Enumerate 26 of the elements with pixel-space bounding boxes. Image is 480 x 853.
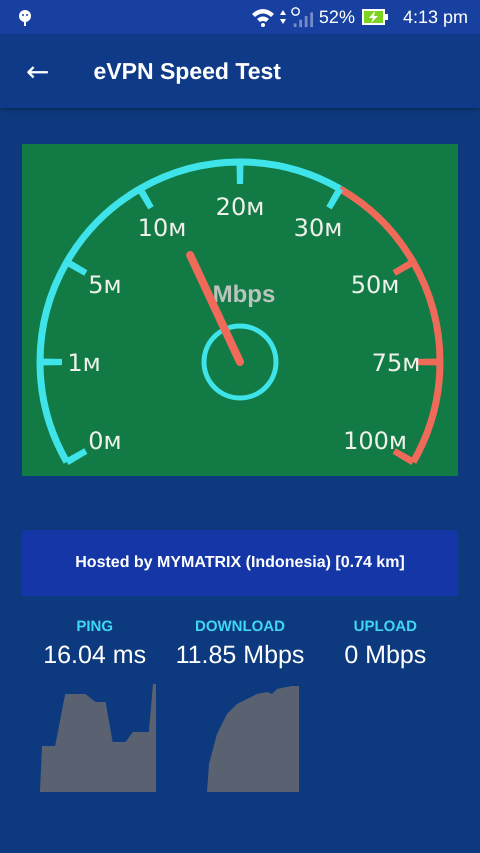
scale-label: 100м	[343, 427, 408, 455]
android-icon	[18, 8, 32, 26]
app-title: eVPN Speed Test	[93, 58, 281, 84]
scale-label: 50м	[350, 271, 400, 299]
scale-label: 30м	[294, 214, 342, 242]
result-label: DOWNLOAD	[194, 618, 285, 635]
signal-icon	[290, 6, 313, 28]
data-arrows-icon	[278, 9, 287, 25]
result-value: 16.04 ms	[43, 641, 146, 670]
unit-label: Mbps	[212, 281, 276, 308]
result-value: 0 Mbps	[344, 641, 426, 670]
scale-label: 5м	[88, 271, 122, 299]
result-label: PING	[76, 618, 113, 635]
scale-label: 0м	[88, 427, 122, 455]
server-info: Hosted by MYMATRIX (Indonesia) [0.74 km]	[75, 554, 405, 572]
result-value: 11.85 Mbps	[176, 641, 304, 670]
wifi-icon	[250, 7, 275, 27]
back-button[interactable]: ←	[18, 54, 58, 88]
battery-percent: 52%	[318, 6, 355, 28]
scale-label: 20м	[216, 193, 264, 221]
scale-label: 75м	[372, 349, 420, 377]
battery-charging-icon	[360, 8, 389, 26]
scale-label: 10м	[138, 214, 186, 242]
result-label: UPLOAD	[354, 618, 417, 635]
scale-label: 1м	[67, 349, 101, 377]
clock: 4:13 pm	[402, 6, 468, 28]
